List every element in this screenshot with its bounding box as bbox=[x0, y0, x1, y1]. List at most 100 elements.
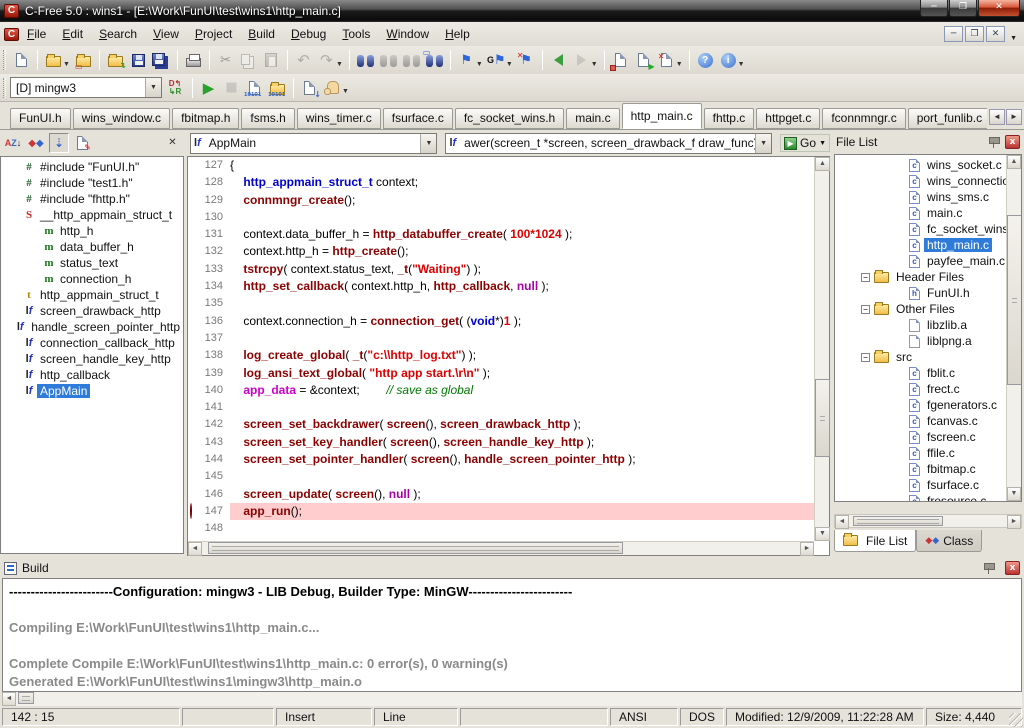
code-line[interactable]: 145 bbox=[188, 468, 814, 485]
scope-combobox[interactable]: lf AppMain ▼ bbox=[190, 133, 437, 154]
file-tab-fbitmap.h[interactable]: fbitmap.h bbox=[172, 108, 239, 129]
symbol-item[interactable]: lfscreen_drawback_http bbox=[1, 303, 183, 319]
symbol-item[interactable]: lfconnection_callback_http bbox=[1, 335, 183, 351]
file-tree-item[interactable]: cfgenerators.c bbox=[835, 397, 1006, 413]
code-line[interactable]: 134 http_set_callback( context.http_h, h… bbox=[188, 278, 814, 295]
code-line[interactable]: 147 app_run(); bbox=[188, 503, 814, 520]
panel-tab-class[interactable]: ◆◆Class bbox=[916, 530, 982, 552]
close-button[interactable]: ✕ bbox=[978, 0, 1020, 17]
symbol-panel-close-button[interactable]: ✕ bbox=[164, 135, 181, 151]
file-tree-item[interactable]: cffile.c bbox=[835, 445, 1006, 461]
file-tree-horizontal-scrollbar[interactable]: ◄ ► bbox=[834, 514, 1022, 528]
mdi-restore-button[interactable]: ❐ bbox=[965, 26, 984, 42]
code-line[interactable]: 139 log_ansi_text_global( "http app star… bbox=[188, 365, 814, 382]
build-pin-icon[interactable] bbox=[982, 561, 996, 575]
breakpoint-gutter[interactable] bbox=[188, 468, 202, 485]
resize-grip[interactable] bbox=[1009, 713, 1023, 727]
build-scroll-thumb[interactable] bbox=[18, 692, 34, 704]
menu-build[interactable]: Build bbox=[240, 25, 283, 43]
file-tree-item[interactable]: hFunUI.h bbox=[835, 285, 1006, 301]
help-button[interactable]: ? bbox=[694, 49, 717, 72]
file-scroll-left-button[interactable]: ◄ bbox=[835, 515, 849, 529]
file-scroll-down-button[interactable]: ▼ bbox=[1007, 487, 1021, 501]
code-line[interactable]: 132 context.http_h = http_create(); bbox=[188, 243, 814, 260]
file-tree-item[interactable]: −Header Files bbox=[835, 269, 1006, 285]
file-tab-fsms.h[interactable]: fsms.h bbox=[241, 108, 294, 129]
menu-tools[interactable]: Tools bbox=[334, 25, 378, 43]
compile-file-button[interactable]: ↓ bbox=[298, 76, 321, 99]
toolbar-grip[interactable] bbox=[3, 50, 6, 70]
file-tree-item[interactable]: cfsurface.c bbox=[835, 477, 1006, 493]
redo-button[interactable]: ↷ bbox=[315, 49, 338, 72]
code-line[interactable]: 140 app_data = &context; // save as glob… bbox=[188, 382, 814, 399]
scroll-left-button[interactable]: ◄ bbox=[188, 542, 202, 556]
error-list-button[interactable] bbox=[609, 49, 632, 72]
menu-view[interactable]: View bbox=[145, 25, 187, 43]
prototype-combobox[interactable]: lf awer(screen_t *screen, screen_drawbac… bbox=[445, 133, 772, 154]
file-tree-item[interactable]: chttp_main.c bbox=[835, 237, 1006, 253]
code-line[interactable]: 142 screen_set_backdrawer( screen(), scr… bbox=[188, 416, 814, 433]
pause-button[interactable] bbox=[321, 76, 344, 99]
print-button[interactable] bbox=[182, 49, 205, 72]
code-line[interactable]: 144 screen_set_pointer_handler( screen()… bbox=[188, 451, 814, 468]
breakpoint-marker[interactable] bbox=[190, 503, 192, 519]
file-tree-item[interactable]: cfc_socket_wins bbox=[835, 221, 1006, 237]
breakpoint-gutter[interactable] bbox=[188, 330, 202, 347]
collapse-toggle[interactable]: − bbox=[861, 305, 870, 314]
file-scroll-up-button[interactable]: ▲ bbox=[1007, 155, 1021, 169]
collapse-toggle[interactable]: − bbox=[861, 273, 870, 282]
open-button[interactable] bbox=[42, 49, 65, 72]
file-tab-wins_window.c[interactable]: wins_window.c bbox=[73, 108, 170, 129]
file-tab-FunUI.h[interactable]: FunUI.h bbox=[10, 108, 71, 129]
info-button[interactable]: i bbox=[717, 49, 740, 72]
file-tab-wins_timer.c[interactable]: wins_timer.c bbox=[297, 108, 381, 129]
symbol-item[interactable]: mstatus_text bbox=[1, 255, 183, 271]
symbol-item[interactable]: thttp_appmain_struct_t bbox=[1, 287, 183, 303]
menu-edit[interactable]: Edit bbox=[54, 25, 91, 43]
symbol-item[interactable]: ##include "test1.h" bbox=[1, 175, 183, 191]
file-tree-item[interactable]: cfcanvas.c bbox=[835, 413, 1006, 429]
pin-icon[interactable] bbox=[987, 135, 1001, 149]
symbol-details-button[interactable]: ✎ bbox=[72, 133, 92, 153]
goto-bookmark-button[interactable]: G⚑ bbox=[485, 49, 508, 72]
menu-file[interactable]: File bbox=[19, 25, 54, 43]
code-line[interactable]: 146 screen_update( screen(), null ); bbox=[188, 486, 814, 503]
code-line[interactable]: 137 bbox=[188, 330, 814, 347]
file-tree-item[interactable]: cmain.c bbox=[835, 205, 1006, 221]
code-line[interactable]: 128 http_appmain_struct_t context; bbox=[188, 174, 814, 191]
breakpoint-gutter[interactable] bbox=[188, 486, 202, 503]
go-button[interactable]: ▶ Go ▼ bbox=[780, 134, 830, 152]
breakpoint-gutter[interactable] bbox=[188, 520, 202, 537]
prototype-dropdown[interactable]: ▼ bbox=[755, 134, 771, 153]
file-list-close-button[interactable]: x bbox=[1005, 135, 1020, 149]
menu-project[interactable]: Project bbox=[187, 25, 240, 43]
code-line[interactable]: 127{ bbox=[188, 157, 814, 174]
cut-button[interactable]: ✂ bbox=[214, 49, 237, 72]
toolbar-grip2[interactable] bbox=[3, 78, 6, 98]
code-line[interactable]: 129 connmngr_create(); bbox=[188, 192, 814, 209]
menu-debug[interactable]: Debug bbox=[283, 25, 334, 43]
tab-scroll-left-button[interactable]: ◄ bbox=[989, 109, 1005, 125]
breakpoint-gutter[interactable] bbox=[188, 295, 202, 312]
breakpoint-gutter[interactable] bbox=[188, 451, 202, 468]
breakpoint-gutter[interactable] bbox=[188, 278, 202, 295]
scope-dropdown[interactable]: ▼ bbox=[420, 134, 436, 153]
open-project-button[interactable]: ▭ bbox=[72, 49, 95, 72]
breakpoint-gutter[interactable] bbox=[188, 382, 202, 399]
file-scroll-right-button[interactable]: ► bbox=[1007, 515, 1021, 529]
build-button[interactable]: 10101 bbox=[243, 76, 266, 99]
file-tree-item[interactable]: cpayfee_main.c bbox=[835, 253, 1006, 269]
sort-alpha-button[interactable]: AZ↓ bbox=[3, 133, 23, 153]
paste-button[interactable] bbox=[260, 49, 283, 72]
build-horizontal-scrollbar[interactable]: ◄ bbox=[2, 692, 1022, 706]
file-tree-item[interactable]: libzlib.a bbox=[835, 317, 1006, 333]
editor-vertical-scrollbar[interactable]: ▲ ▼ bbox=[814, 157, 829, 541]
find-button[interactable] bbox=[354, 49, 377, 72]
symbol-item[interactable]: lfAppMain bbox=[1, 383, 183, 399]
breakpoint-gutter[interactable] bbox=[188, 434, 202, 451]
clear-errors-button[interactable]: ✕ bbox=[655, 49, 678, 72]
stop-button[interactable]: ■ bbox=[220, 76, 243, 99]
symbol-item[interactable]: lfhandle_screen_pointer_http bbox=[1, 319, 183, 335]
file-tab-fsurface.c[interactable]: fsurface.c bbox=[383, 108, 453, 129]
file-tree-item[interactable]: liblpng.a bbox=[835, 333, 1006, 349]
